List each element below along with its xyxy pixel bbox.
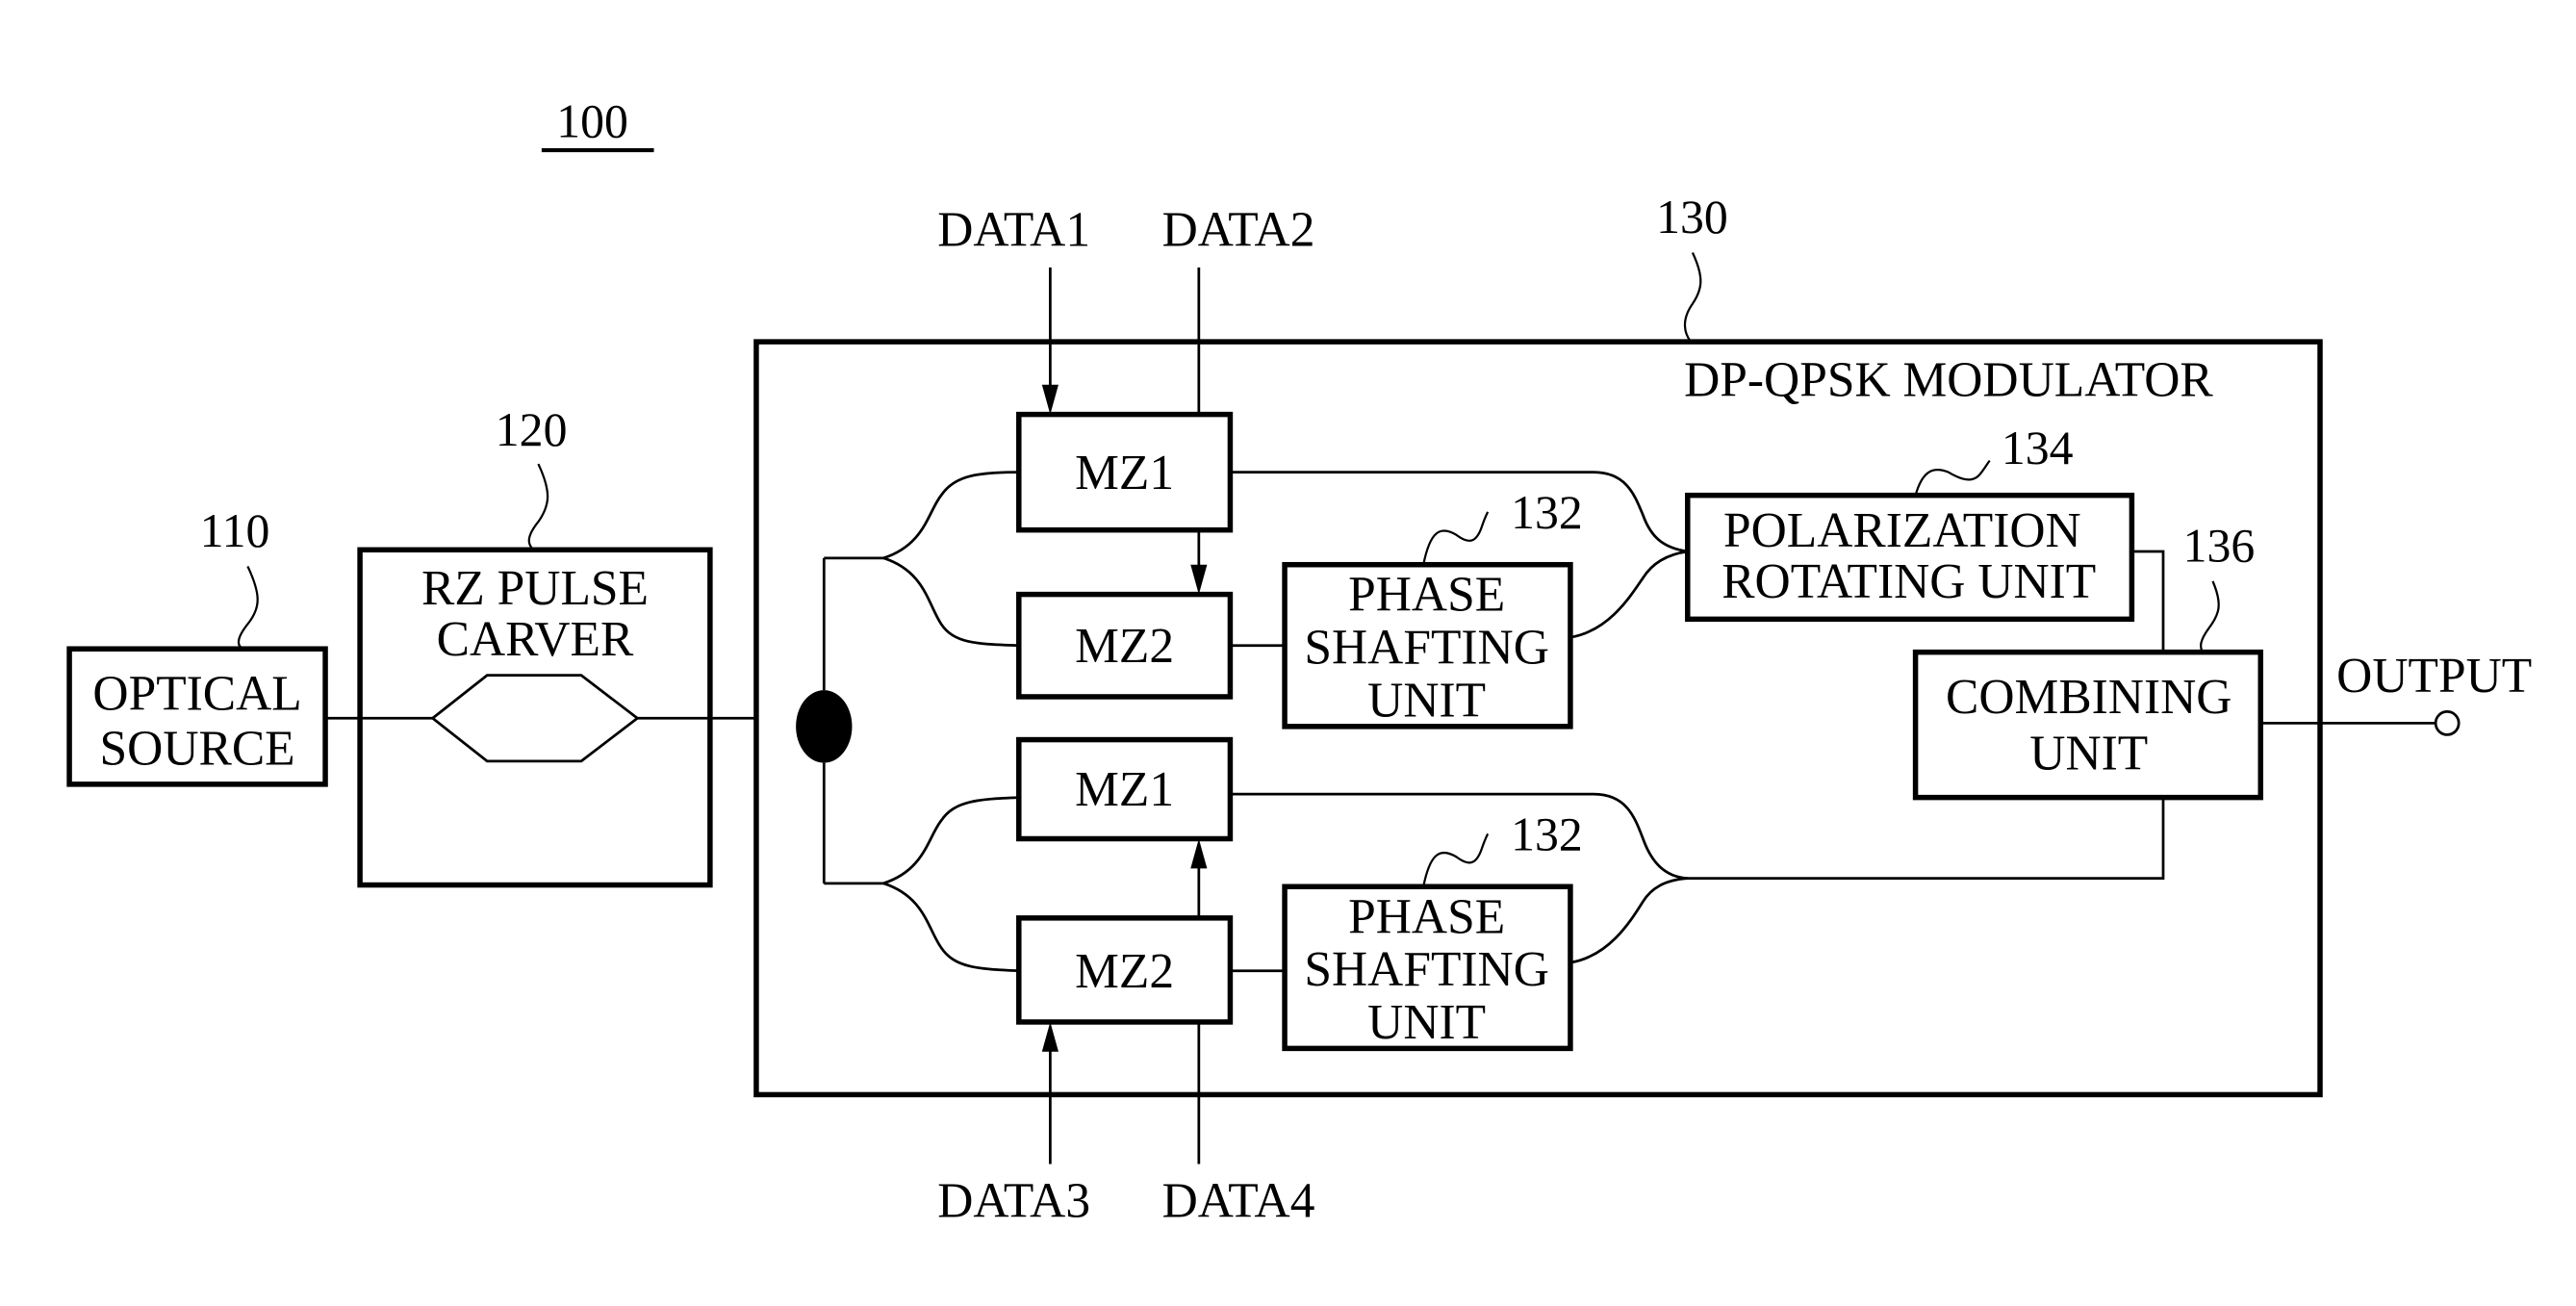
upper-mz2-label: MZ2	[1075, 619, 1174, 674]
polarization-rotating-unit-block: POLARIZATION ROTATING UNIT	[1685, 492, 2135, 623]
dp-qpsk-transmitter-diagram: 100 110 OPTICAL SOURCE 120 RZ PULSE CARV…	[66, 94, 2532, 1228]
polarization-ref: 134	[2002, 422, 2074, 474]
lower-phase-label-line3: UNIT	[1367, 995, 1486, 1050]
optical-source-block: OPTICAL SOURCE	[66, 646, 328, 787]
polarization-label-line2: ROTATING UNIT	[1722, 554, 2096, 609]
combining-unit-block: COMBINING UNIT	[1912, 649, 2263, 801]
upper-mz1-block: MZ1	[1016, 411, 1234, 533]
modulator-ref: 130	[1656, 191, 1728, 243]
lower-phase-shafting-unit-block: PHASE SHAFTING UNIT	[1282, 883, 1573, 1052]
output-label: OUTPUT	[2336, 649, 2532, 704]
lower-phase-ref: 132	[1511, 808, 1583, 861]
optical-source-leader	[237, 565, 259, 651]
lower-phase-label-line1: PHASE	[1348, 889, 1505, 944]
upper-mz1-label: MZ1	[1075, 446, 1174, 500]
output-terminal-icon	[2434, 710, 2461, 736]
data3-label: DATA3	[937, 1173, 1090, 1228]
lower-mz2-label: MZ2	[1075, 944, 1174, 999]
modulator-title: DP-QPSK MODULATOR	[1684, 353, 2213, 408]
pulse-carver-ref: 120	[496, 403, 568, 456]
upper-phase-ref: 132	[1511, 486, 1583, 539]
upper-phase-label-line1: PHASE	[1348, 568, 1505, 623]
upper-phase-label-line3: UNIT	[1367, 674, 1486, 729]
pulse-carver-label-line1: RZ PULSE	[421, 561, 649, 616]
optical-source-ref: 110	[200, 504, 270, 557]
figure-ref: 100	[556, 94, 628, 147]
upper-phase-label-line2: SHAFTING	[1304, 621, 1549, 676]
optical-source-label-line1: OPTICAL	[92, 667, 301, 722]
lower-phase-label-line2: SHAFTING	[1304, 942, 1549, 997]
data1-label: DATA1	[937, 203, 1090, 258]
combiner-label-line2: UNIT	[2029, 726, 2148, 781]
beam-splitter-node	[796, 690, 853, 763]
data2-label: DATA2	[1162, 203, 1315, 258]
polarization-label-line1: POLARIZATION	[1723, 503, 2081, 558]
combiner-label-line1: COMBINING	[1946, 670, 2232, 725]
upper-phase-shafting-unit-block: PHASE SHAFTING UNIT	[1282, 561, 1573, 730]
pulse-carver-leader	[527, 463, 549, 551]
modulator-leader	[1683, 252, 1702, 343]
optical-source-label-line2: SOURCE	[100, 721, 295, 776]
combiner-ref: 136	[2183, 519, 2256, 572]
upper-mz2-block: MZ2	[1016, 591, 1234, 700]
lower-mz2-block: MZ2	[1016, 915, 1234, 1025]
data4-label: DATA4	[1162, 1173, 1315, 1228]
lower-mz1-label: MZ1	[1075, 762, 1174, 817]
lower-mz1-block: MZ1	[1016, 736, 1234, 842]
pulse-carver-label-line2: CARVER	[437, 612, 634, 667]
